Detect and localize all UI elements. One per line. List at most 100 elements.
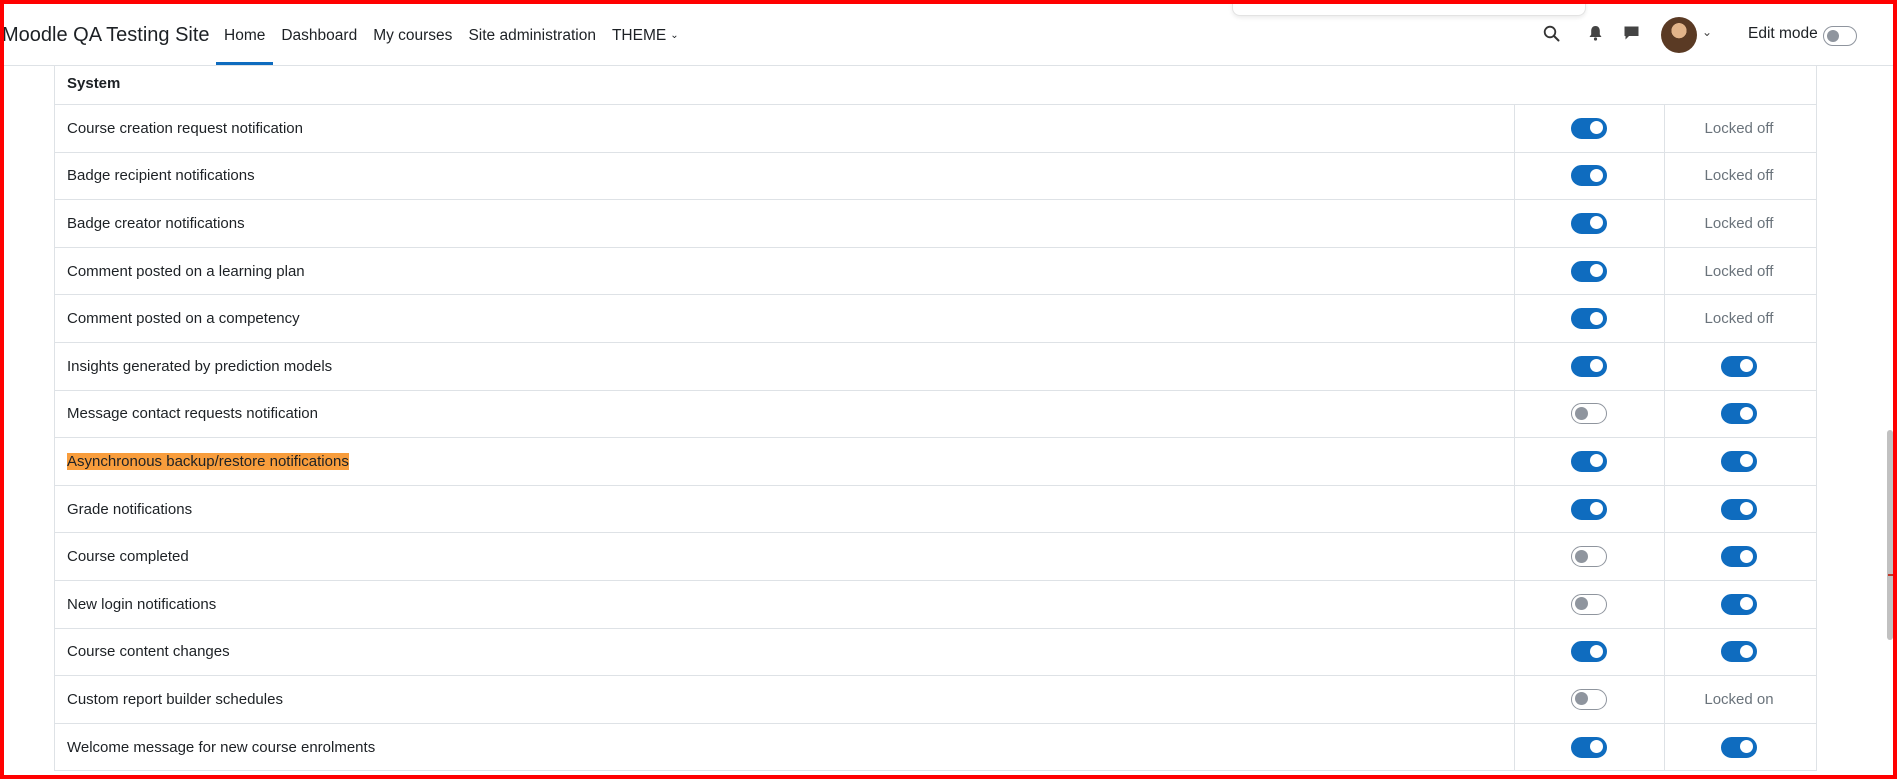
preference-toggle-on[interactable] [1721, 546, 1757, 568]
notification-name-text: Badge creator notifications [67, 214, 245, 232]
email-column-cell [1664, 391, 1814, 438]
preference-toggle-on[interactable] [1571, 308, 1607, 330]
preference-toggle-off[interactable] [1571, 546, 1607, 568]
table-row: Course creation request notification Lock… [55, 105, 1816, 153]
notification-name: Message contact requests notification [67, 391, 318, 438]
preference-toggle-on[interactable] [1571, 165, 1607, 187]
email-column-cell [1664, 724, 1814, 771]
web-column-cell [1514, 343, 1664, 390]
nav-home[interactable]: Home [216, 0, 274, 65]
email-column-cell [1664, 581, 1814, 628]
search-icon[interactable] [1540, 22, 1562, 44]
primary-navigation: Home Dashboard My courses Site administr… [216, 0, 687, 65]
notification-name-text: Custom report builder schedules [67, 690, 283, 708]
scroll-position-marker [1888, 574, 1896, 576]
table-row: Course content changes [55, 628, 1816, 677]
nav-home-label: Home [224, 27, 266, 44]
web-column-cell [1514, 295, 1664, 342]
section-title: System [67, 74, 121, 92]
email-column-cell: Locked on [1664, 676, 1814, 723]
web-column-cell [1514, 486, 1664, 533]
preference-toggle-on[interactable] [1721, 736, 1757, 758]
preference-toggle-on[interactable] [1721, 355, 1757, 377]
nav-theme-label: THEME [611, 27, 667, 44]
notification-name: Welcome message for new course enrolment… [67, 724, 375, 771]
web-column-cell [1514, 629, 1664, 676]
table-row: Custom report builder schedules Locked on [55, 676, 1816, 724]
table-section-header: System [55, 62, 1816, 105]
email-column-cell: Locked off [1664, 200, 1814, 247]
notification-name-text: Insights generated by prediction models [67, 357, 333, 375]
preference-toggle-on[interactable] [1721, 641, 1757, 663]
notification-preferences-table: System Course creation request notificat… [54, 62, 1817, 772]
preference-toggle-on[interactable] [1571, 498, 1607, 520]
notification-name-text: Grade notifications [67, 500, 193, 518]
notification-name-text: Course completed [67, 548, 189, 566]
web-column-cell [1514, 581, 1664, 628]
table-row: New login notifications [55, 580, 1816, 629]
web-column-cell [1514, 724, 1664, 771]
locked-status: Locked on [1704, 690, 1774, 708]
table-row: Welcome message for new course enrolment… [55, 723, 1816, 772]
preference-toggle-off[interactable] [1571, 403, 1607, 425]
email-column-cell [1664, 629, 1814, 676]
preference-toggle-on[interactable] [1721, 450, 1757, 472]
popover-panel-edge [1232, 0, 1586, 16]
notification-name-text: Course creation request notification [67, 119, 303, 137]
locked-status: Locked off [1704, 167, 1774, 185]
email-column-cell: Locked off [1664, 153, 1814, 200]
notification-name-text: Message contact requests notification [67, 405, 318, 423]
table-row: Comment posted on a learning plan Locked … [55, 247, 1816, 296]
preference-toggle-on[interactable] [1721, 498, 1757, 520]
nav-site-administration[interactable]: Site administration [460, 0, 604, 65]
preference-toggle-on[interactable] [1571, 641, 1607, 663]
preference-toggle-on[interactable] [1571, 212, 1607, 234]
notification-name-text: Welcome message for new course enrolment… [67, 738, 376, 756]
preference-toggle-on[interactable] [1721, 593, 1757, 615]
user-avatar[interactable] [1661, 17, 1697, 53]
table-row: Course completed [55, 533, 1816, 581]
notification-name: Course content changes [67, 629, 230, 676]
preference-toggle-on[interactable] [1571, 355, 1607, 377]
top-navbar: Moodle QA Testing Site Home Dashboard My… [0, 0, 1897, 66]
web-column-cell [1514, 676, 1664, 723]
notification-name: Comment posted on a learning plan [67, 248, 305, 295]
preference-toggle-on[interactable] [1721, 403, 1757, 425]
scrollbar-thumb[interactable] [1887, 430, 1893, 640]
nav-dashboard[interactable]: Dashboard [273, 0, 365, 65]
table-row: Insights generated by prediction models [55, 342, 1816, 391]
preference-toggle-on[interactable] [1571, 260, 1607, 282]
email-column-cell: Locked off [1664, 295, 1814, 342]
table-row: Comment posted on a competency Locked off [55, 295, 1816, 343]
user-menu-chevron-icon[interactable]: ⌄ [1702, 25, 1712, 39]
email-column-cell [1664, 533, 1814, 580]
preference-toggle-on[interactable] [1571, 117, 1607, 139]
preference-toggle-on[interactable] [1571, 450, 1607, 472]
web-column-cell [1514, 153, 1664, 200]
nav-theme-dropdown[interactable]: THEME ⌄ [604, 0, 687, 65]
web-column-cell [1514, 105, 1664, 152]
chevron-down-icon: ⌄ [670, 30, 679, 41]
locked-status: Locked off [1704, 310, 1774, 328]
edit-mode-toggle[interactable] [1823, 26, 1857, 46]
preference-toggle-off[interactable] [1571, 593, 1607, 615]
preference-toggle-on[interactable] [1571, 736, 1607, 758]
notification-name: Badge recipient notifications [67, 153, 255, 200]
locked-status: Locked off [1704, 119, 1774, 137]
email-column-cell [1664, 486, 1814, 533]
chat-icon[interactable] [1620, 22, 1642, 44]
notification-name: Custom report builder schedules [67, 676, 283, 723]
site-name[interactable]: Moodle QA Testing Site [2, 24, 210, 47]
notification-name: Comment posted on a competency [67, 295, 300, 342]
web-column-cell [1514, 533, 1664, 580]
nav-my-courses[interactable]: My courses [365, 0, 460, 65]
notification-name: Grade notifications [67, 486, 192, 533]
web-column-cell [1514, 438, 1664, 485]
notification-name: Badge creator notifications [67, 200, 245, 247]
notification-name: Course creation request notification [67, 105, 303, 152]
table-row: Badge creator notifications Locked off [55, 200, 1816, 248]
table-row: Message contact requests notification [55, 390, 1816, 439]
bell-icon[interactable] [1584, 22, 1606, 44]
notification-name: Asynchronous backup/restore notification… [67, 438, 349, 485]
preference-toggle-off[interactable] [1571, 688, 1607, 710]
